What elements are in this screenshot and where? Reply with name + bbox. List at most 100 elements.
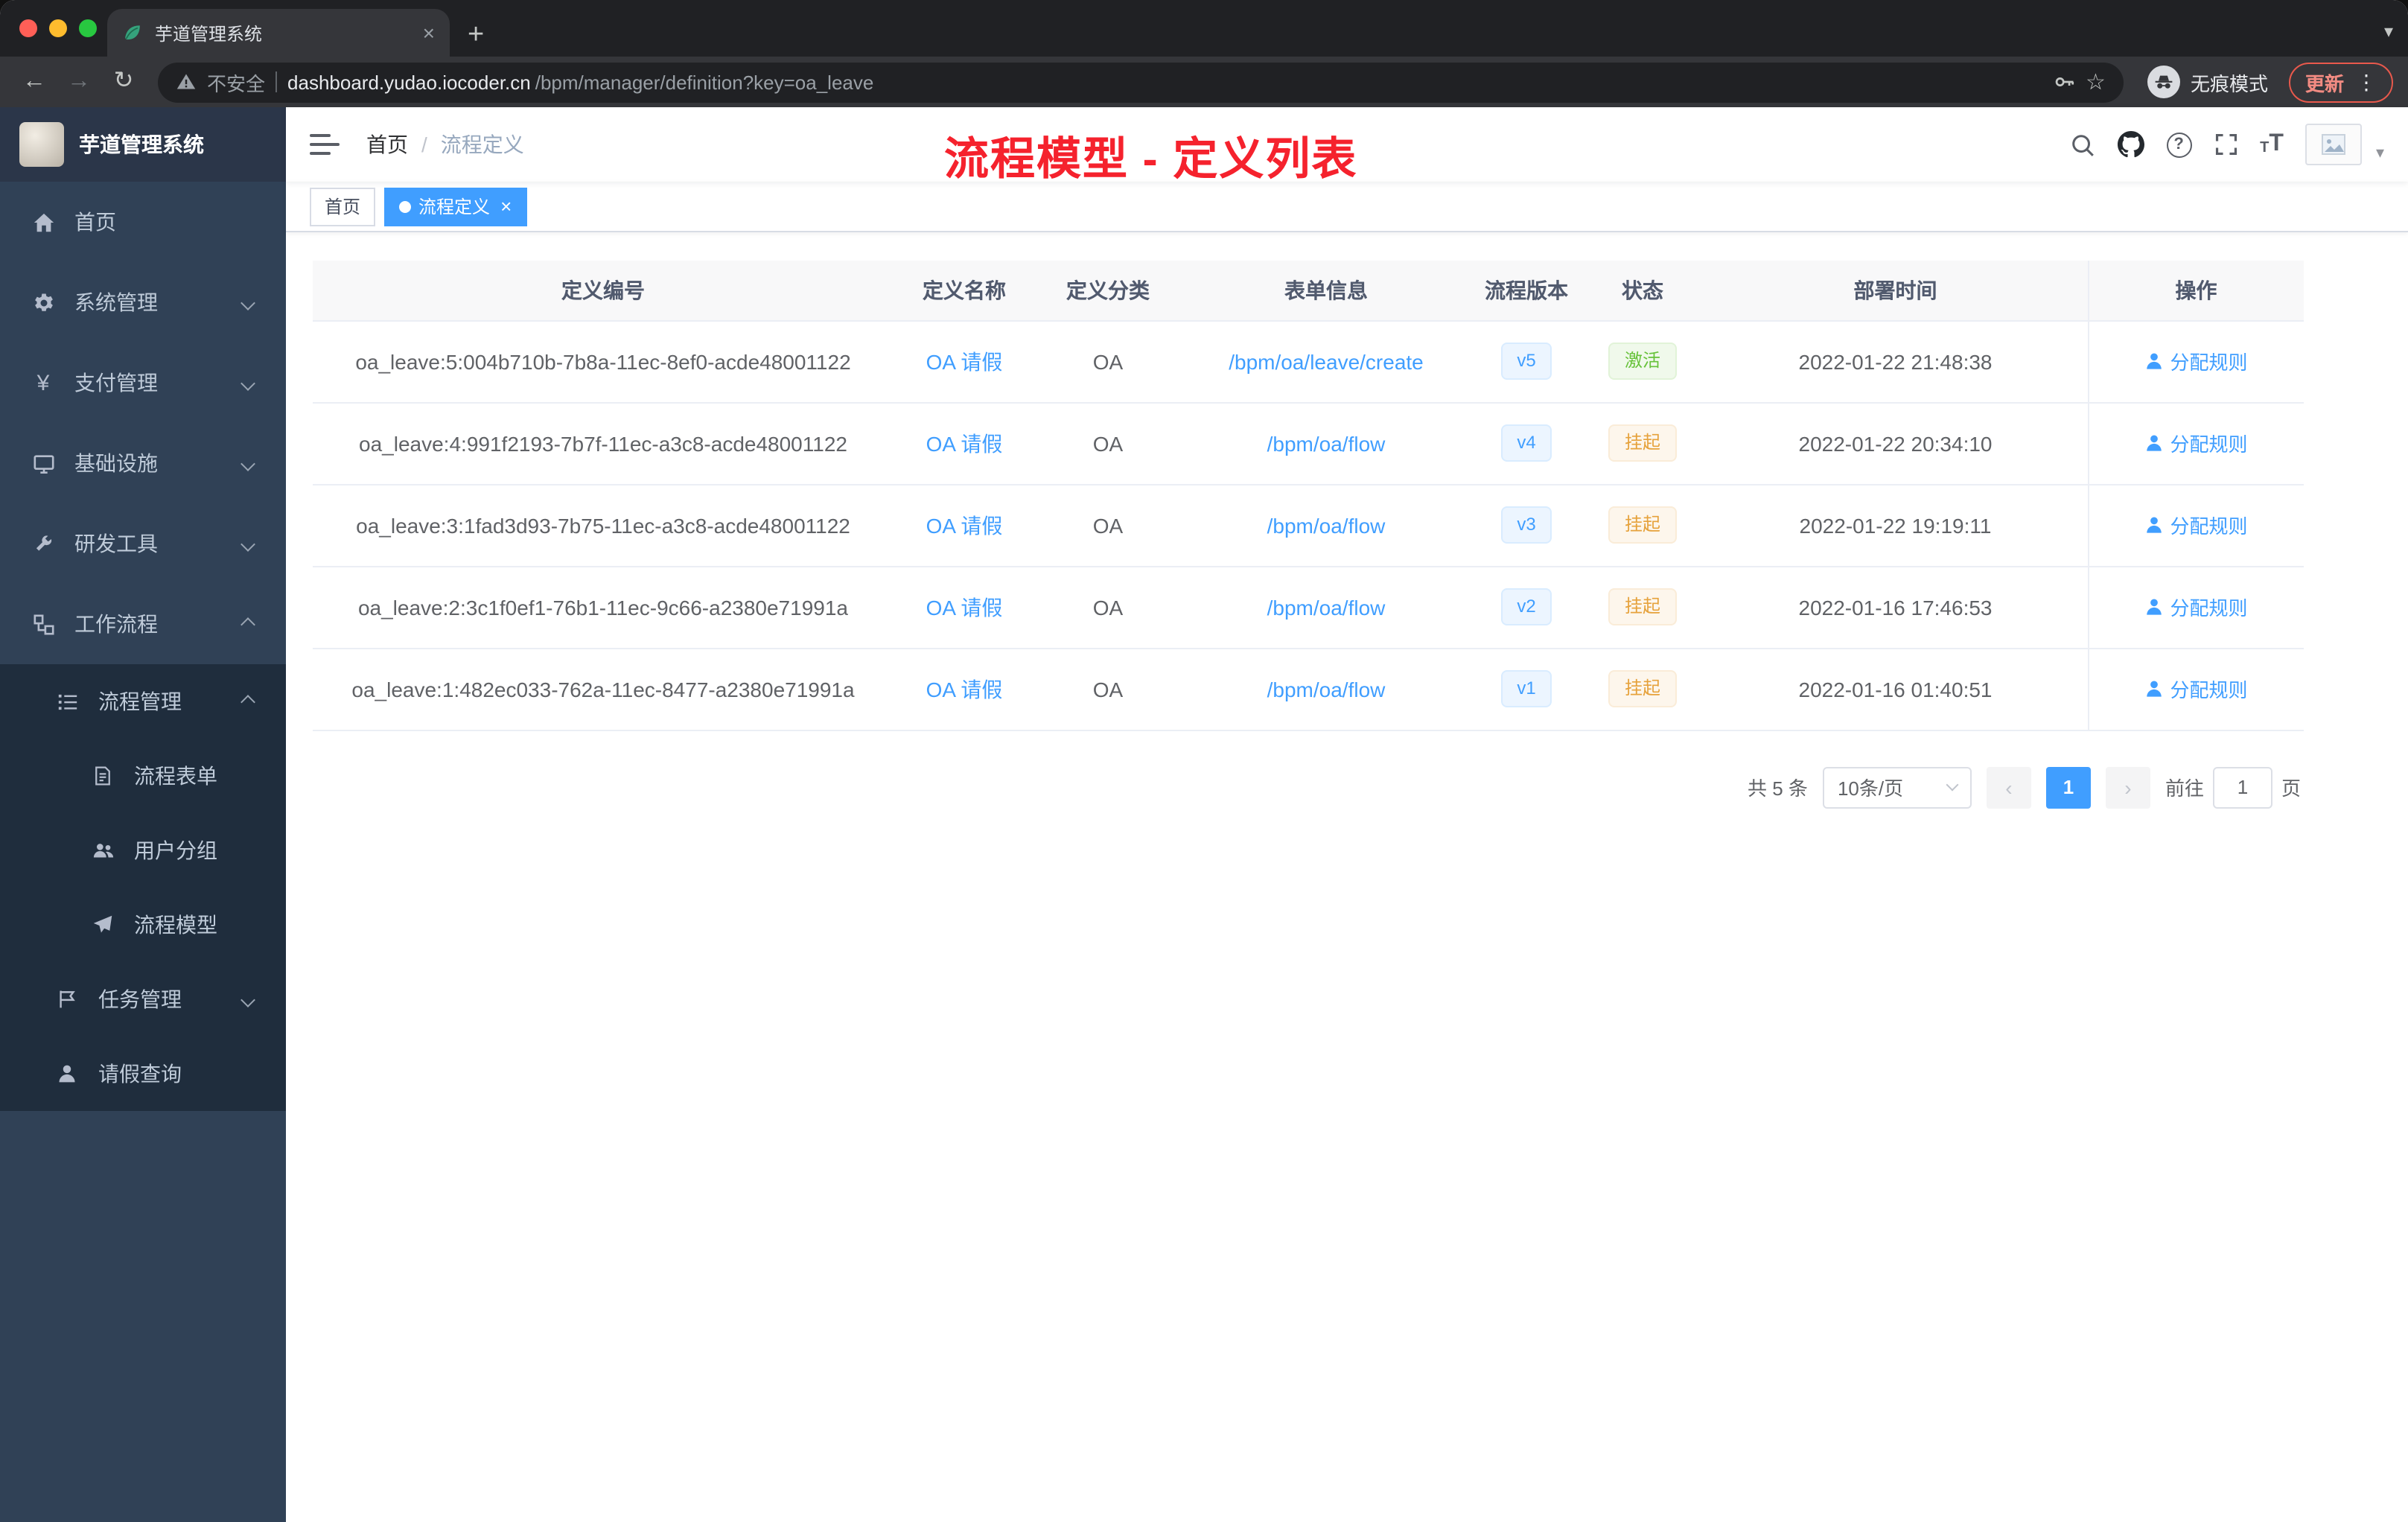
tab-close-icon[interactable]: × bbox=[423, 21, 435, 45]
tag-close-icon[interactable]: × bbox=[500, 197, 512, 216]
form-link[interactable]: /bpm/oa/flow bbox=[1267, 513, 1386, 537]
key-icon[interactable] bbox=[2051, 70, 2075, 94]
form-link[interactable]: /bpm/oa/flow bbox=[1267, 431, 1386, 455]
page-number-button[interactable]: 1 bbox=[2045, 766, 2091, 808]
assign-rule-button[interactable]: 分配规则 bbox=[2144, 675, 2248, 703]
workflow-submenu: 流程管理 流程表单 用户分组 流程模型 任务管理 请假查询 bbox=[0, 664, 286, 1111]
browser-tab[interactable]: 芋道管理系统 × bbox=[107, 9, 450, 57]
form-link[interactable]: /bpm/oa/leave/create bbox=[1229, 349, 1424, 373]
hamburger-icon[interactable] bbox=[310, 134, 340, 155]
person-icon bbox=[2147, 435, 2162, 451]
assign-rule-button[interactable]: 分配规则 bbox=[2144, 429, 2248, 457]
sidebar-item-devtools[interactable]: 研发工具 bbox=[0, 503, 286, 584]
breadcrumb-home[interactable]: 首页 bbox=[366, 130, 408, 159]
version-badge: v2 bbox=[1500, 588, 1552, 625]
cell-deploy-time: 2022-01-22 21:48:38 bbox=[1704, 320, 2088, 403]
sidebar-logo[interactable]: 芋道管理系统 bbox=[0, 107, 286, 182]
sidebar-item-label: 支付管理 bbox=[74, 371, 158, 395]
home-icon bbox=[30, 211, 57, 233]
definition-name-link[interactable]: OA 请假 bbox=[926, 513, 1003, 537]
form-link[interactable]: /bpm/oa/flow bbox=[1267, 595, 1386, 619]
url-host: dashboard.yudao.iocoder.cn bbox=[287, 71, 531, 93]
fullscreen-icon[interactable] bbox=[2214, 133, 2237, 156]
version-badge: v1 bbox=[1500, 670, 1552, 707]
tab-search-caret-icon[interactable]: ▾ bbox=[2384, 21, 2393, 42]
sidebar-item-process-management[interactable]: 流程管理 bbox=[0, 664, 286, 739]
goto-label: 前往 bbox=[2165, 777, 2204, 800]
version-badge: v4 bbox=[1500, 424, 1552, 462]
definition-name-link[interactable]: OA 请假 bbox=[926, 431, 1003, 455]
assign-rule-button[interactable]: 分配规则 bbox=[2144, 511, 2248, 539]
sidebar-item-label: 系统管理 bbox=[74, 290, 158, 314]
definition-name-link[interactable]: OA 请假 bbox=[926, 595, 1003, 619]
assign-rule-button[interactable]: 分配规则 bbox=[2144, 593, 2248, 621]
kebab-menu-icon[interactable]: ⋮ bbox=[2356, 71, 2377, 92]
status-badge: 激活 bbox=[1608, 343, 1677, 380]
browser-update-menu[interactable]: 更新 ⋮ bbox=[2288, 62, 2393, 102]
search-icon[interactable] bbox=[2069, 132, 2095, 157]
reload-button[interactable]: ↻ bbox=[104, 69, 143, 94]
navbar-actions: ? TT ▾ bbox=[2069, 124, 2384, 165]
cell-deploy-time: 2022-01-16 01:40:51 bbox=[1704, 648, 2088, 730]
definition-name-link[interactable]: OA 请假 bbox=[926, 677, 1003, 701]
page-size-select[interactable]: 10条/页 bbox=[1822, 766, 1972, 808]
tab-title: 芋道管理系统 bbox=[155, 23, 263, 44]
window-zoom-button[interactable] bbox=[79, 19, 97, 37]
github-icon[interactable] bbox=[2117, 131, 2144, 158]
url-bar[interactable]: 不安全 dashboard.yudao.iocoder.cn/bpm/manag… bbox=[158, 62, 2124, 102]
sidebar-item-task-management[interactable]: 任务管理 bbox=[0, 962, 286, 1037]
status-badge: 挂起 bbox=[1608, 588, 1677, 625]
sidebar-item-workflow[interactable]: 工作流程 bbox=[0, 584, 286, 664]
sidebar-item-label: 基础设施 bbox=[74, 451, 158, 475]
assign-rule-button[interactable]: 分配规则 bbox=[2144, 347, 2248, 375]
sidebar-item-process-model[interactable]: 流程模型 bbox=[0, 888, 286, 962]
definition-name-link[interactable]: OA 请假 bbox=[926, 349, 1003, 373]
sidebar-item-leave-query[interactable]: 请假查询 bbox=[0, 1037, 286, 1111]
security-label[interactable]: 不安全 bbox=[207, 68, 265, 96]
back-button[interactable]: ← bbox=[15, 69, 54, 94]
sidebar-item-home[interactable]: 首页 bbox=[0, 182, 286, 262]
wrench-icon bbox=[30, 533, 57, 554]
forward-button[interactable]: → bbox=[60, 69, 98, 94]
next-page-button[interactable]: › bbox=[2105, 766, 2150, 808]
cell-category: OA bbox=[1035, 320, 1181, 403]
table-row: oa_leave:4:991f2193-7b7f-11ec-a3c8-acde4… bbox=[313, 402, 2304, 485]
tag-home[interactable]: 首页 bbox=[310, 187, 376, 226]
header-action: 操作 bbox=[2087, 261, 2304, 321]
new-tab-button[interactable]: + bbox=[468, 21, 484, 49]
goto-page-input[interactable] bbox=[2212, 766, 2272, 808]
cell-category: OA bbox=[1035, 402, 1181, 485]
caret-down-icon[interactable]: ▾ bbox=[2376, 142, 2384, 162]
form-link[interactable]: /bpm/oa/flow bbox=[1267, 677, 1386, 701]
incognito-icon bbox=[2147, 66, 2180, 98]
cell-id: oa_leave:4:991f2193-7b7f-11ec-a3c8-acde4… bbox=[313, 402, 894, 485]
cell-deploy-time: 2022-01-22 20:34:10 bbox=[1704, 402, 2088, 485]
status-badge: 挂起 bbox=[1608, 670, 1677, 707]
question-icon[interactable]: ? bbox=[2166, 132, 2192, 157]
goto-unit: 页 bbox=[2281, 777, 2301, 800]
chevron-up-icon bbox=[241, 694, 255, 709]
chevron-up-icon bbox=[241, 617, 255, 631]
sidebar-item-infrastructure[interactable]: 基础设施 bbox=[0, 423, 286, 503]
sidebar-item-payment[interactable]: ¥ 支付管理 bbox=[0, 343, 286, 423]
breadcrumb-separator: / bbox=[421, 133, 427, 156]
tag-process-definition[interactable]: 流程定义 × bbox=[384, 187, 527, 226]
cell-deploy-time: 2022-01-22 19:19:11 bbox=[1704, 484, 2088, 567]
content-area: 定义编号 定义名称 定义分类 表单信息 流程版本 状态 部署时间 操作 oa_l bbox=[286, 232, 2408, 1522]
window-close-button[interactable] bbox=[19, 19, 37, 37]
bookmark-star-icon[interactable]: ☆ bbox=[2086, 71, 2106, 93]
chevron-down-icon bbox=[241, 295, 255, 310]
sidebar-item-process-form[interactable]: 流程表单 bbox=[0, 739, 286, 813]
cell-id: oa_leave:2:3c1f0ef1-76b1-11ec-9c66-a2380… bbox=[313, 566, 894, 649]
avatar[interactable] bbox=[2305, 124, 2363, 165]
sidebar-item-system[interactable]: 系统管理 bbox=[0, 262, 286, 343]
table-row: oa_leave:2:3c1f0ef1-76b1-11ec-9c66-a2380… bbox=[313, 566, 2304, 649]
chevron-down-icon bbox=[241, 375, 255, 390]
definition-table: 定义编号 定义名称 定义分类 表单信息 流程版本 状态 部署时间 操作 oa_l bbox=[313, 261, 2304, 730]
font-size-icon[interactable]: TT bbox=[2260, 132, 2284, 156]
sidebar-item-user-group[interactable]: 用户分组 bbox=[0, 813, 286, 888]
sidebar-item-label: 工作流程 bbox=[74, 612, 158, 636]
window-minimize-button[interactable] bbox=[49, 19, 67, 37]
prev-page-button[interactable]: ‹ bbox=[1986, 766, 2031, 808]
person-icon bbox=[2147, 599, 2162, 615]
